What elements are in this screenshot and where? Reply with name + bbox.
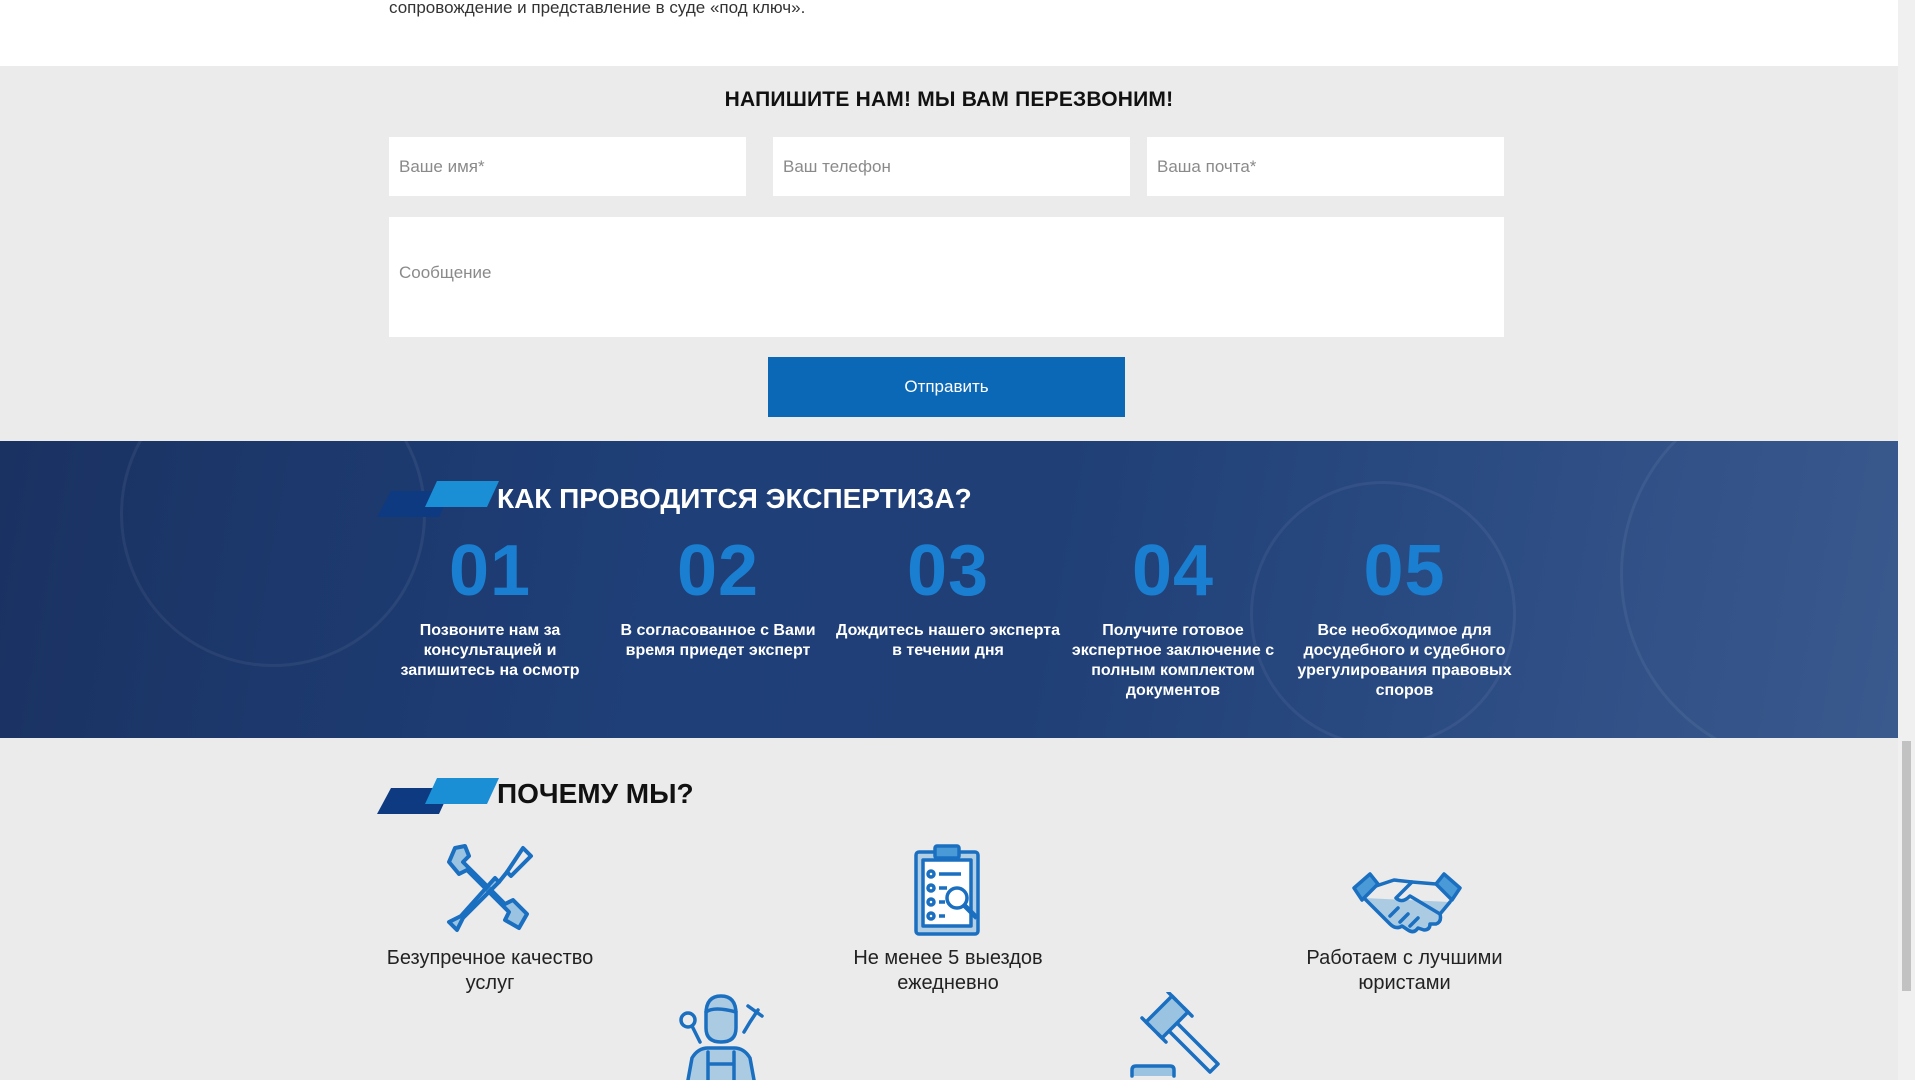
why-us-heading: ПОЧЕМУ МЫ?: [497, 778, 694, 809]
why-us-section: ПОЧЕМУ МЫ? Безупречное качество услуг Не…: [0, 738, 1898, 1080]
clipboard-search-icon: [914, 844, 980, 936]
step-number: 03: [906, 531, 990, 611]
step-05: 05 Все необходимое для досудебного и суд…: [1292, 535, 1517, 701]
why-item-lawyers: Работаем с лучшими юристами: [1306, 947, 1503, 994]
form-title: НАПИШИТЕ НАМ! МЫ ВАМ ПЕРЕЗВОНИМ!: [724, 88, 1174, 111]
section-flag-icon: [377, 481, 499, 517]
scrollbar-thumb[interactable]: [1902, 741, 1911, 991]
submit-button[interactable]: Отправить: [768, 357, 1125, 417]
step-description: В согласованное с Вами время приедет экс…: [620, 622, 816, 659]
why-item-trips: Не менее 5 выездов ежедневно: [853, 947, 1043, 994]
step-description: Дождитесь нашего эксперта в течении дня: [835, 622, 1061, 659]
expertise-steps-section: КАК ПРОВОДИТСЯ ЭКСПЕРТИЗА? 01 Позвоните …: [0, 441, 1898, 738]
step-description: Все необходимое для досудебного и судебн…: [1297, 622, 1512, 699]
step-number: 01: [448, 531, 532, 611]
gavel-icon: [1130, 992, 1220, 1078]
steps-heading: КАК ПРОВОДИТСЯ ЭКСПЕРТИЗА?: [497, 483, 972, 514]
top-text-strip: сопровождение и представление в суде «по…: [0, 0, 1898, 66]
step-01: 01 Позвоните нам за консультацией и запи…: [375, 535, 605, 681]
message-textarea[interactable]: [389, 217, 1504, 337]
handshake-icon: [1352, 872, 1462, 934]
service-description-text: сопровождение и представление в суде «по…: [389, 0, 806, 17]
step-description: Позвоните нам за консультацией и запишит…: [400, 622, 580, 679]
step-number: 05: [1363, 531, 1446, 611]
why-item-quality: Безупречное качество услуг: [386, 947, 594, 994]
step-number: 02: [676, 531, 760, 611]
email-input[interactable]: [1147, 137, 1504, 196]
mechanic-icon: [679, 994, 764, 1080]
step-description: Получите готовое экспертное заключение с…: [1071, 622, 1275, 699]
step-04: 04 Получите готовое экспертное заключени…: [1063, 535, 1283, 701]
name-input[interactable]: [389, 137, 746, 196]
phone-input[interactable]: [773, 137, 1130, 196]
background-steering-shape: [1620, 441, 1898, 738]
tools-icon: [447, 844, 533, 932]
step-number: 04: [1131, 531, 1215, 611]
step-03: 03 Дождитесь нашего эксперта в течении д…: [833, 535, 1063, 661]
page-scrollbar[interactable]: [1898, 0, 1915, 1080]
section-flag-icon: [377, 778, 499, 814]
step-02: 02 В согласованное с Вами время приедет …: [603, 535, 833, 661]
